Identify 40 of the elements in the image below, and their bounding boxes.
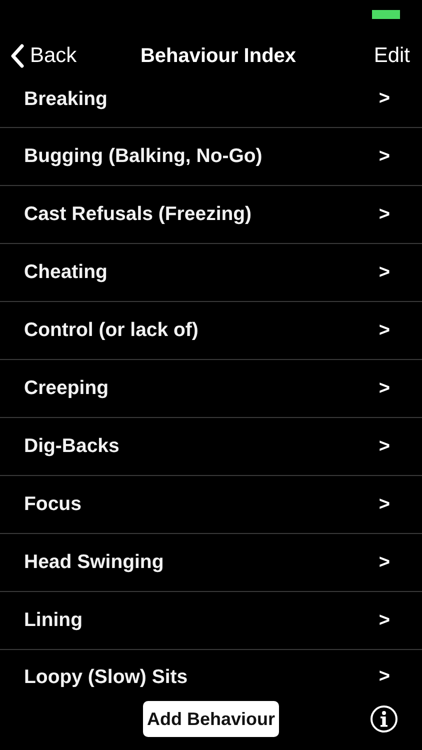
chevron: >: [378, 610, 390, 632]
item-label: Cheating: [24, 261, 108, 284]
list-item[interactable]: Creeping >: [0, 360, 422, 418]
battery-icon: [372, 10, 400, 19]
list-item[interactable]: Breaking >: [0, 84, 422, 128]
item-label: Cast Refusals (Freezing): [24, 203, 252, 226]
list-item[interactable]: Focus >: [0, 476, 422, 534]
back-button[interactable]: Back: [10, 44, 77, 68]
chevron: >: [378, 494, 390, 516]
list-item[interactable]: Loopy (Slow) Sits >: [0, 650, 422, 700]
chevron: >: [378, 146, 390, 168]
list-item[interactable]: Dig-Backs >: [0, 418, 422, 476]
back-chevron-icon: [10, 44, 24, 68]
item-label: Breaking: [24, 88, 108, 111]
edit-button[interactable]: Edit: [374, 44, 410, 68]
chevron: >: [378, 378, 390, 400]
item-label: Control (or lack of): [24, 319, 198, 342]
item-label: Bugging (Balking, No-Go): [24, 145, 262, 168]
chevron: >: [378, 552, 390, 574]
item-label: Lining: [24, 609, 82, 632]
list-item[interactable]: Bugging (Balking, No-Go) >: [0, 128, 422, 186]
item-label: Dig-Backs: [24, 435, 120, 458]
chevron: >: [378, 436, 390, 458]
list-item[interactable]: Control (or lack of) >: [0, 302, 422, 360]
list-item[interactable]: Cheating >: [0, 244, 422, 302]
list-item[interactable]: Lining >: [0, 592, 422, 650]
item-label: Head Swinging: [24, 551, 164, 574]
chevron: >: [378, 262, 390, 284]
chevron: >: [378, 204, 390, 226]
list-item[interactable]: Head Swinging >: [0, 534, 422, 592]
screen-title: Behaviour Index: [139, 44, 298, 68]
item-label: Focus: [24, 493, 82, 516]
chevron: >: [378, 88, 390, 110]
add-behaviour-button[interactable]: Add Behaviour: [142, 701, 279, 737]
item-label: Creeping: [24, 377, 109, 400]
list-item[interactable]: Cast Refusals (Freezing) >: [0, 186, 422, 244]
chevron: >: [378, 320, 390, 342]
item-label: Loopy (Slow) Sits: [24, 666, 188, 689]
chevron: >: [378, 666, 390, 688]
info-icon[interactable]: [370, 705, 398, 733]
